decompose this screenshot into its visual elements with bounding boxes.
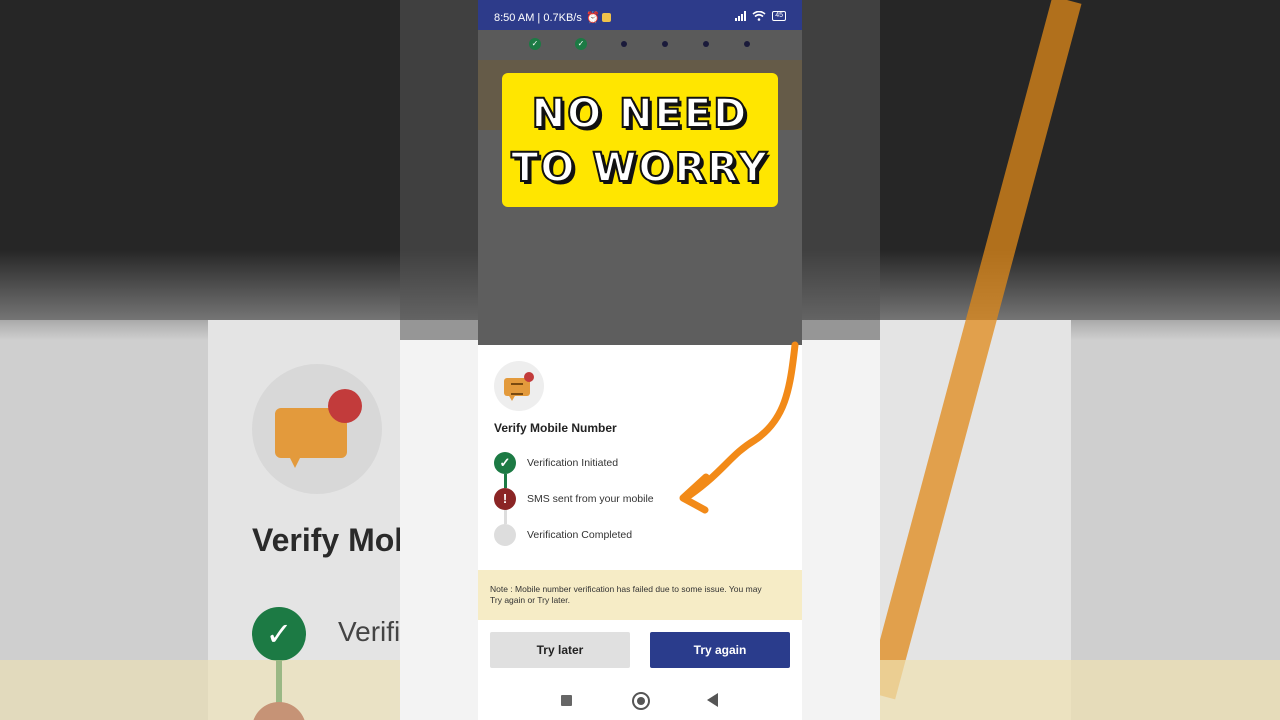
signal-icon xyxy=(735,11,747,21)
pending-dot xyxy=(494,524,516,546)
overlay-line-2: TO WORRY xyxy=(510,144,769,192)
step-dot xyxy=(744,41,750,47)
side-panel-right-light xyxy=(802,340,880,720)
sheet-title: Verify Mobile Number xyxy=(494,421,617,435)
status-icons: 45 xyxy=(735,11,786,21)
step-connector xyxy=(504,474,507,488)
step-dot xyxy=(703,41,709,47)
try-later-button[interactable]: Try later xyxy=(490,632,630,668)
step-label: Verification Completed xyxy=(527,529,633,541)
notification-badge-icon xyxy=(524,372,534,382)
bg-title: Verify Mob xyxy=(252,522,414,558)
alarm-icon: ⏰ xyxy=(586,12,600,24)
battery-icon: 45 xyxy=(772,11,786,21)
overlay-line-1: NO NEED xyxy=(531,90,749,138)
step-dot xyxy=(662,41,668,47)
step-connector xyxy=(504,510,507,524)
navigation-bar xyxy=(478,682,802,720)
step-check-icon: ✓ xyxy=(575,38,587,50)
note-box: Note : Mobile number verification has fa… xyxy=(478,570,802,620)
side-panel-left-light xyxy=(400,340,478,720)
bg-badge-icon xyxy=(328,389,362,423)
message-lines xyxy=(511,383,523,395)
note-text: Note : Mobile number verification has fa… xyxy=(490,584,762,605)
verification-sheet: Verify Mobile Number ✓ ! Verification In… xyxy=(478,345,802,720)
bg-message-tail xyxy=(287,452,303,468)
bg-check-icon: ✓ xyxy=(252,607,306,661)
step-check-icon: ✓ xyxy=(529,38,541,50)
back-icon[interactable] xyxy=(707,693,718,707)
home-icon[interactable] xyxy=(632,692,650,710)
check-icon: ✓ xyxy=(494,452,516,474)
recents-icon[interactable] xyxy=(561,695,572,706)
step-label: SMS sent from your mobile xyxy=(527,493,654,505)
status-time: 8:50 AM | 0.7KB/s xyxy=(494,12,582,24)
wifi-icon xyxy=(752,11,766,21)
step-label: Verification Initiated xyxy=(527,457,619,469)
phone-screen: 8:50 AM | 0.7KB/s ⏰ 45 ✓ ✓ NO NEED TO WO… xyxy=(478,0,802,720)
status-bar: 8:50 AM | 0.7KB/s ⏰ 45 xyxy=(478,0,802,30)
app-notification-icon xyxy=(602,13,611,22)
try-again-button[interactable]: Try again xyxy=(650,632,790,668)
exclamation-icon: ! xyxy=(494,488,516,510)
bg-step-label: Verifi xyxy=(338,616,401,647)
step-dot xyxy=(621,41,627,47)
overlay-caption: NO NEED TO WORRY xyxy=(502,73,778,207)
progress-steps: ✓ ✓ xyxy=(478,36,802,52)
